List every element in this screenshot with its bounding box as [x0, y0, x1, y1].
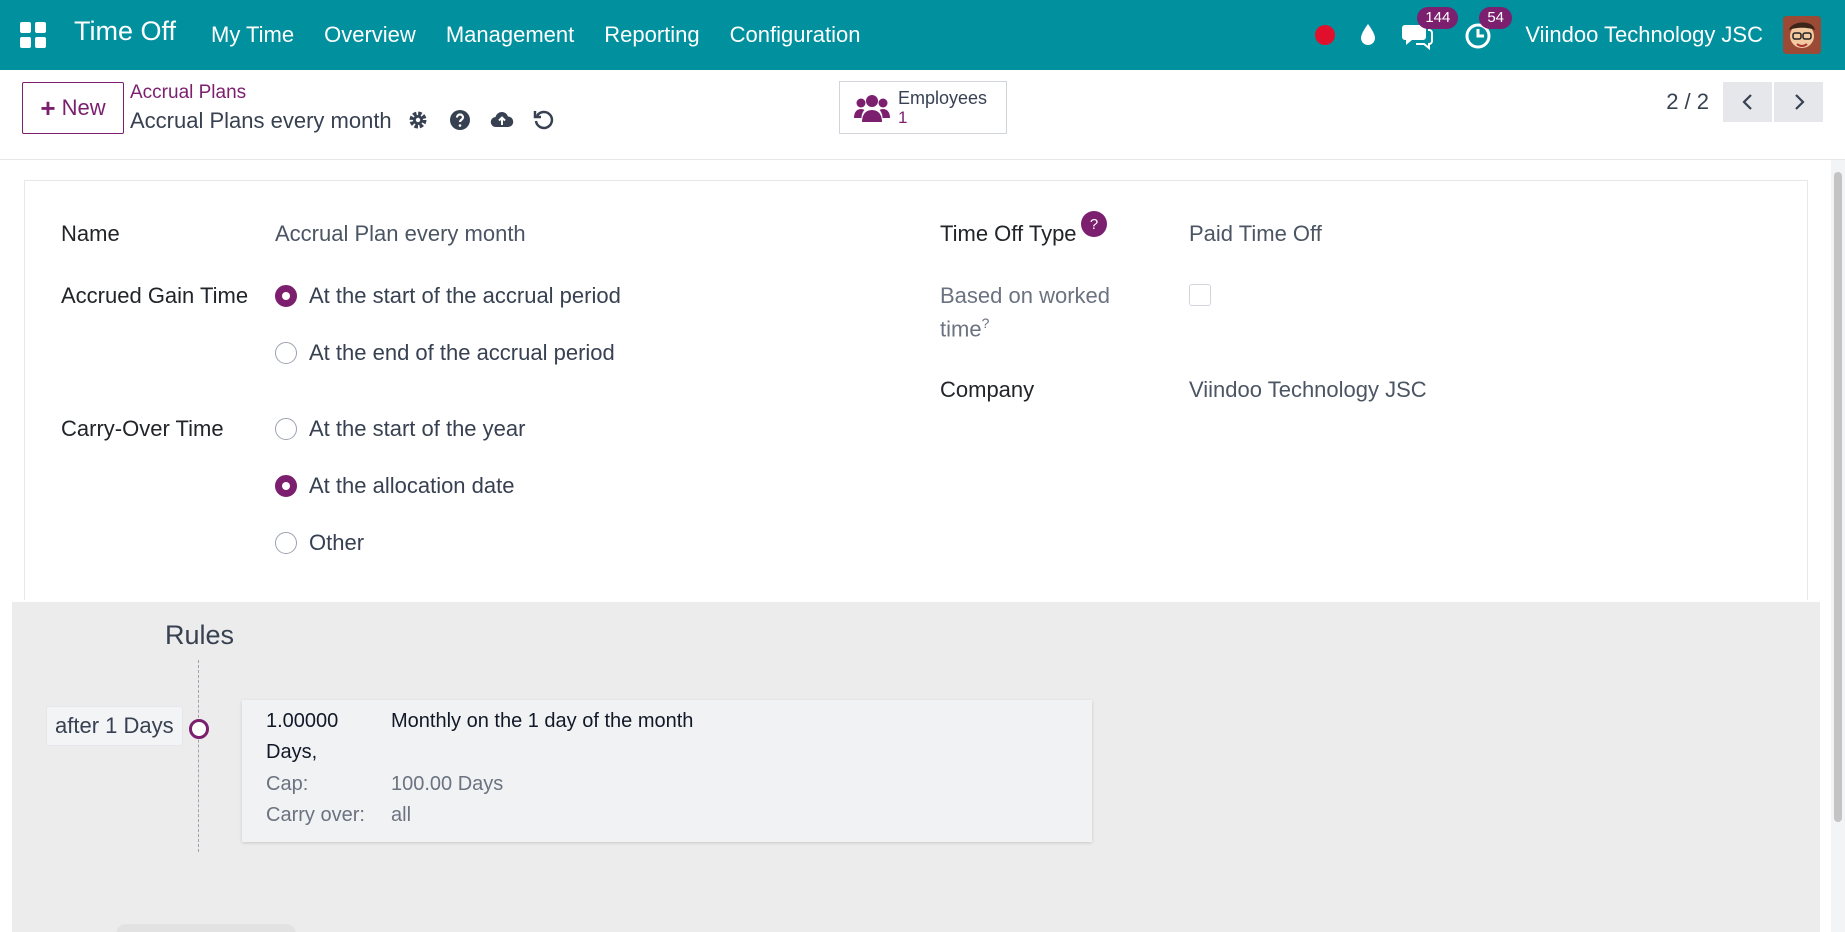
breadcrumb-parent[interactable]: Accrual Plans [130, 82, 246, 104]
menu-management[interactable]: Management [446, 22, 574, 48]
time-off-type-label: Time Off Type [940, 221, 1077, 246]
rules-title: Rules [165, 620, 235, 650]
activities-button[interactable]: 54 [1463, 7, 1512, 51]
rules-timeline [198, 660, 199, 852]
main-menu: My Time Overview Management Reporting Co… [211, 22, 861, 48]
company-switcher[interactable]: Viindoo Technology JSC [1525, 22, 1763, 48]
apps-menu-icon[interactable] [20, 22, 46, 48]
top-navbar: Time Off My Time Overview Management Rep… [0, 0, 1845, 70]
company-field[interactable]: Viindoo Technology JSC [1189, 377, 1427, 403]
based-on-worked-time-checkbox[interactable] [1189, 284, 1211, 306]
control-panel: + New Accrual Plans Accrual Plans every … [0, 70, 1845, 160]
carry-over-time-label: Carry-Over Time [61, 416, 224, 441]
employees-label: Employees [898, 87, 988, 108]
name-label: Name [61, 221, 120, 246]
accrued-gain-time-label: Accrued Gain Time [61, 283, 249, 308]
user-avatar[interactable] [1783, 16, 1821, 54]
breadcrumb-current: Accrual Plans every month [130, 108, 392, 133]
based-on-worked-time-label-line2: time? [940, 315, 990, 342]
scrollbar[interactable] [1831, 160, 1845, 932]
time-off-type-help-icon[interactable]: ? [1081, 211, 1107, 237]
rule-carry-value: all [391, 804, 412, 826]
time-off-type-field[interactable]: Paid Time Off [1189, 221, 1322, 247]
record-dot-icon[interactable] [1315, 25, 1336, 45]
rule-unit: Days, [266, 741, 318, 763]
gain-option-start[interactable]: At the start of the accrual period [275, 283, 621, 309]
record-actions [406, 108, 556, 132]
menu-my-time[interactable]: My Time [211, 22, 294, 48]
company-label: Company [940, 377, 1035, 402]
new-button[interactable]: + New [22, 82, 124, 134]
scrollbar-thumb[interactable] [1834, 172, 1842, 822]
add-rule-button[interactable] [116, 924, 296, 932]
plus-icon: + [40, 92, 56, 123]
employees-count: 1 [898, 107, 908, 127]
radio-checked[interactable] [275, 285, 297, 307]
rule-amount: 1.00000 [266, 710, 339, 732]
menu-overview[interactable]: Overview [324, 22, 416, 48]
gear-icon[interactable] [406, 108, 430, 132]
activities-count-badge: 54 [1479, 7, 1512, 29]
drop-icon[interactable] [1359, 23, 1377, 47]
new-button-label: New [61, 95, 106, 120]
menu-configuration[interactable]: Configuration [730, 22, 861, 48]
systray: 144 54 Viindoo Technology JSC [1315, 0, 1821, 70]
radio-unchecked[interactable] [275, 532, 297, 554]
users-icon [854, 94, 890, 122]
pager-previous-button[interactable] [1723, 82, 1772, 122]
radio-unchecked[interactable] [275, 342, 297, 364]
rule-after-badge: after 1 Days [46, 706, 183, 746]
menu-reporting[interactable]: Reporting [604, 22, 699, 48]
pager-value[interactable]: 2 / 2 [1666, 89, 1709, 115]
worked-time-help-icon[interactable]: ? [982, 315, 990, 331]
radio-checked[interactable] [275, 475, 297, 497]
help-icon[interactable] [448, 108, 472, 132]
radio-unchecked[interactable] [275, 418, 297, 440]
messages-count-badge: 144 [1417, 7, 1459, 29]
cloud-upload-icon[interactable] [490, 108, 514, 132]
discard-icon[interactable] [532, 108, 556, 132]
pager: 2 / 2 [1666, 82, 1823, 122]
carry-option-year-start[interactable]: At the start of the year [275, 416, 525, 442]
rule-frequency: Monthly on the 1 day of the month [391, 710, 694, 732]
rules-section: Rules after 1 Days 1.00000 Days, Monthly… [12, 602, 1820, 932]
form-sheet: Name Accrual Plan every month Accrued Ga… [24, 180, 1808, 600]
gain-option-end[interactable]: At the end of the accrual period [275, 340, 615, 366]
pager-next-button[interactable] [1774, 82, 1823, 122]
name-field[interactable]: Accrual Plan every month [275, 221, 526, 247]
carry-option-allocation-date[interactable]: At the allocation date [275, 473, 514, 499]
rule-cap-value: 100.00 Days [391, 773, 504, 795]
chevron-left-icon [1741, 94, 1752, 110]
timeline-node-icon [189, 719, 209, 739]
rule-card[interactable]: 1.00000 Days, Monthly on the 1 day of th… [242, 700, 1092, 842]
app-brand[interactable]: Time Off [74, 16, 176, 47]
based-on-worked-time-label-line1: Based on worked [940, 283, 1110, 308]
rule-carry-label: Carry over: [266, 804, 365, 826]
messages-button[interactable]: 144 [1401, 7, 1459, 51]
chevron-right-icon [1794, 94, 1805, 110]
carry-option-other[interactable]: Other [275, 530, 364, 556]
employees-smart-button[interactable]: Employees 1 [839, 81, 1007, 134]
rule-cap-label: Cap: [266, 773, 309, 795]
